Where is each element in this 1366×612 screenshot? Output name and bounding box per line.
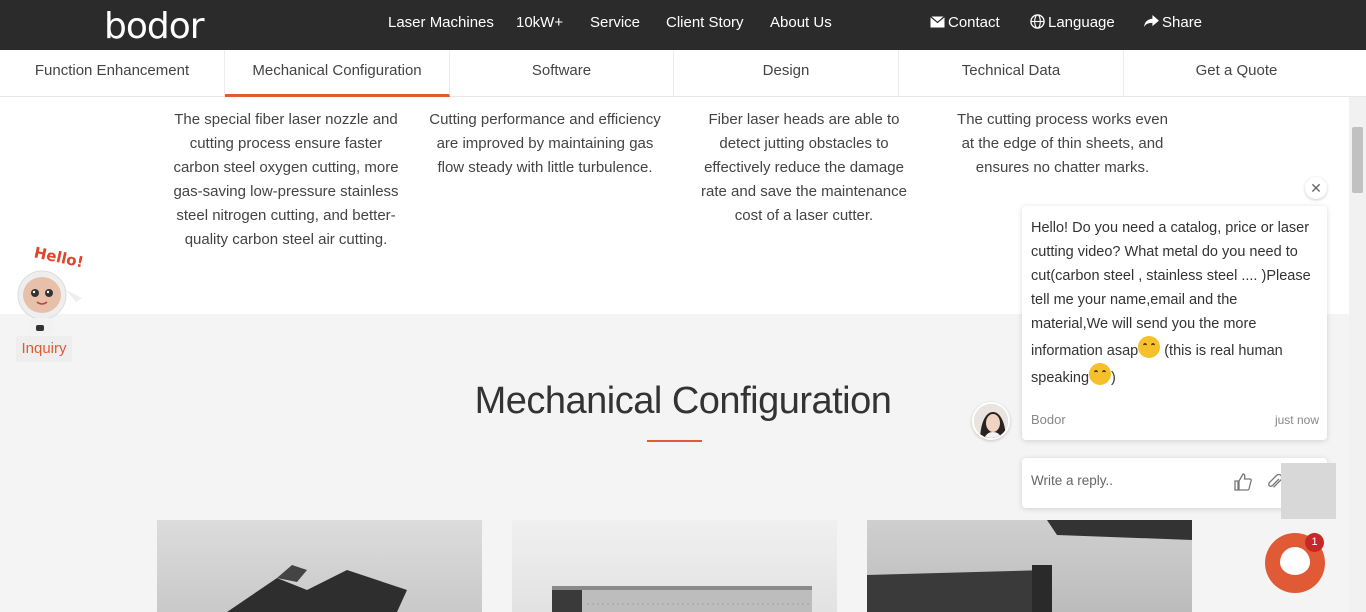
grinning-emoji-icon [1138, 336, 1161, 358]
chat-message-part1: Hello! Do you need a catalog, price or l… [1031, 220, 1311, 359]
hello-greeting: Hello! [32, 243, 85, 271]
tab-get-a-quote[interactable]: Get a Quote [1124, 50, 1349, 97]
reply-input[interactable] [1031, 473, 1221, 488]
share-icon [1144, 15, 1159, 28]
language-link[interactable]: Language [1030, 14, 1115, 31]
gantry-beam-image[interactable] [512, 520, 837, 612]
page-scrollbar[interactable] [1349, 97, 1366, 612]
inquiry-mascot[interactable]: Hello! [12, 240, 92, 335]
section-tabs: Function Enhancement Mechanical Configur… [0, 50, 1366, 97]
envelope-icon [930, 16, 945, 28]
feature-text-thin-sheets: The cutting process works even at the ed… [957, 111, 1168, 176]
nav-service[interactable]: Service [590, 14, 640, 31]
winking-emoji-icon [1089, 363, 1112, 385]
astronaut-mascot-icon: Hello! [17, 243, 85, 334]
tab-technical-data[interactable]: Technical Data [899, 50, 1124, 97]
machine-bed-graphic [227, 565, 407, 612]
chat-message-text: Hello! Do you need a catalog, price or l… [1031, 216, 1316, 390]
share-label: Share [1162, 14, 1203, 31]
contact-link[interactable]: Contact [930, 14, 1000, 31]
thumbs-up-icon[interactable] [1233, 472, 1255, 494]
top-nav: bodor Laser Machines 10kW+ Service Clien… [0, 0, 1366, 50]
chat-timestamp: just now [1274, 413, 1319, 427]
feature-text-obstacle-detection: Fiber laser heads are able to detect jut… [701, 111, 907, 224]
feature-text-nozzle: The special fiber laser nozzle and cutti… [173, 111, 399, 248]
feature-text-gas-flow: Cutting performance and efficiency are i… [429, 111, 661, 176]
cutting-table-image[interactable] [867, 520, 1192, 612]
tab-design[interactable]: Design [674, 50, 899, 97]
nav-10kw[interactable]: 10kW+ [516, 14, 563, 31]
agent-avatar [972, 402, 1010, 440]
chat-message-part3: ) [1111, 370, 1116, 386]
inquiry-label[interactable]: Inquiry [16, 336, 72, 362]
language-label: Language [1048, 14, 1115, 31]
chat-sender-name: Bodor [1031, 412, 1066, 427]
title-underline [647, 440, 702, 442]
machine-bed-image[interactable] [157, 520, 482, 612]
gantry-beam-graphic [552, 586, 812, 612]
close-icon[interactable]: ✕ [1305, 177, 1327, 199]
share-link[interactable]: Share [1144, 14, 1202, 31]
nav-about-us[interactable]: About Us [770, 14, 832, 31]
back-to-top-button[interactable] [1281, 463, 1336, 519]
bodor-logo[interactable]: bodor [104, 6, 205, 47]
chat-icon [1280, 547, 1310, 575]
nav-laser-machines[interactable]: Laser Machines [388, 14, 494, 31]
tab-software[interactable]: Software [450, 50, 674, 97]
chat-message-bubble: Hello! Do you need a catalog, price or l… [1022, 206, 1327, 440]
nav-client-story[interactable]: Client Story [666, 14, 744, 31]
contact-label: Contact [948, 14, 1000, 31]
globe-icon [1030, 14, 1045, 29]
cutting-table-graphic [867, 520, 1192, 612]
tab-function-enhancement[interactable]: Function Enhancement [0, 50, 225, 97]
scrollbar-thumb[interactable] [1352, 127, 1363, 193]
unread-badge: 1 [1305, 533, 1324, 552]
tab-mechanical-configuration[interactable]: Mechanical Configuration [225, 50, 450, 97]
